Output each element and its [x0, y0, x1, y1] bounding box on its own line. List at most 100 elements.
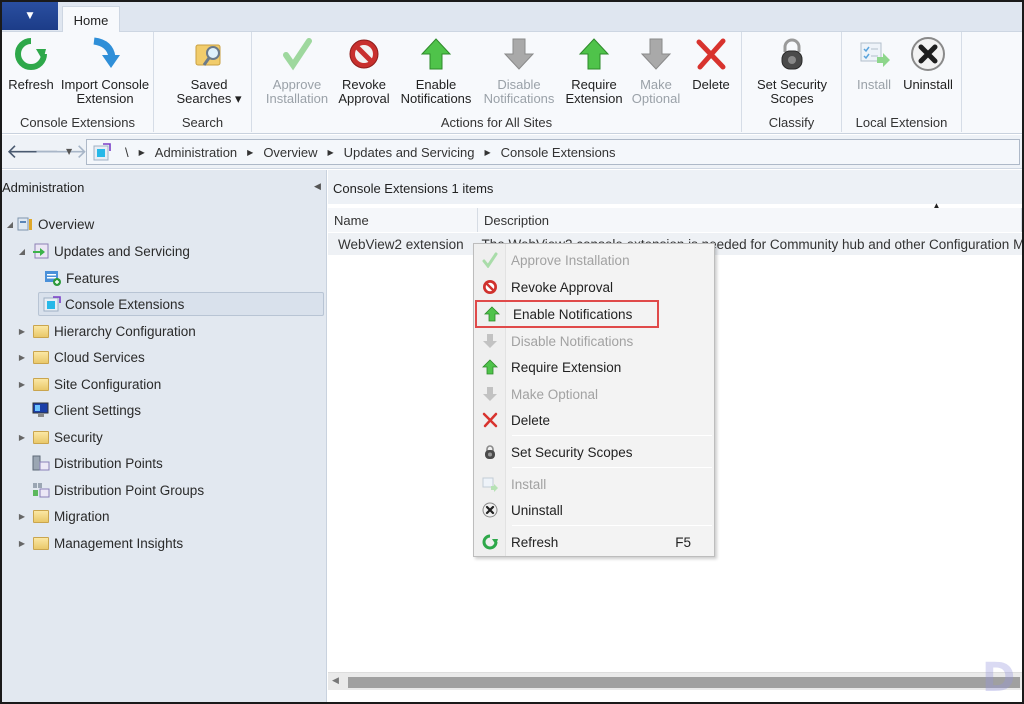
tree-item-distribution-points[interactable]: Distribution Points [32, 451, 322, 475]
column-header-description[interactable]: Description [478, 208, 1022, 232]
navigation-bar: 🡐 🡒 ▼ \ ▶ Administration ▶ Overview ▶ Up… [2, 135, 1022, 169]
folder-icon [32, 429, 50, 445]
folder-icon [32, 349, 50, 365]
breadcrumb-administration[interactable]: Administration [155, 145, 237, 160]
tree-item-console-extensions[interactable]: Console Extensions [38, 292, 324, 316]
breadcrumb-separator-icon[interactable]: ▶ [328, 148, 334, 157]
tree-item-label: Security [54, 429, 103, 445]
ribbon-group-console-extensions: Refresh Import Console Extension Console… [2, 32, 154, 132]
tree-item-updates-and-servicing[interactable]: ◢ Updates and Servicing [16, 239, 316, 263]
ribbon-group-classify: Set Security Scopes Classify [742, 32, 842, 132]
tree-item-features[interactable]: Features [44, 266, 324, 290]
collapsed-icon[interactable]: ▶ [16, 353, 28, 362]
require-extension-button[interactable]: Require Extension [562, 36, 626, 106]
refresh-icon [13, 36, 49, 72]
menu-item-delete[interactable]: Delete [475, 408, 713, 432]
make-optional-button[interactable]: Make Optional [628, 36, 684, 106]
enable-notifications-button[interactable]: Enable Notifications [398, 36, 474, 106]
menu-item-require-extension[interactable]: Require Extension [475, 355, 713, 379]
breadcrumb-separator-icon[interactable]: ▶ [484, 148, 490, 157]
menu-item-set-security-scopes[interactable]: Set Security Scopes [475, 440, 713, 464]
red-x-icon [693, 36, 729, 72]
results-header: Console Extensions 1 items [328, 170, 1022, 204]
import-console-extension-button[interactable]: Import Console Extension [56, 36, 154, 106]
breadcrumb-root[interactable]: \ [125, 145, 129, 160]
delete-button[interactable]: Delete [686, 36, 736, 92]
menu-item-install[interactable]: Install [475, 472, 713, 496]
tree-item-management-insights[interactable]: ▶ Management Insights [16, 531, 316, 555]
breadcrumb-separator-icon[interactable]: ▶ [247, 148, 253, 157]
saved-searches-button[interactable]: Saved Searches ▾ [174, 36, 244, 106]
ribbon-tab-bar: ▼ Home [2, 2, 1022, 33]
breadcrumb-updates-and-servicing[interactable]: Updates and Servicing [344, 145, 475, 160]
watermark-logo: D [982, 655, 1016, 701]
menu-item-enable-notifications[interactable]: Enable Notifications [475, 300, 659, 328]
saved-searches-icon [191, 36, 227, 72]
refresh-button[interactable]: Refresh [6, 36, 56, 92]
scroll-left-icon[interactable]: ◀ [332, 676, 339, 686]
collapsed-icon[interactable]: ▶ [16, 327, 28, 336]
uninstall-x-circle-icon [475, 499, 505, 521]
tree-item-label: Distribution Points [54, 455, 163, 471]
menu-item-revoke-approval[interactable]: Revoke Approval [475, 275, 713, 299]
ribbon-group-search: Saved Searches ▾ Search [154, 32, 252, 132]
breadcrumb-separator-icon[interactable]: ▶ [139, 148, 145, 157]
refresh-icon [475, 531, 505, 553]
collapsed-icon[interactable]: ▶ [16, 433, 28, 442]
install-button[interactable]: Install [852, 36, 896, 92]
collapsed-icon[interactable]: ▶ [16, 380, 28, 389]
tree-item-distribution-point-groups[interactable]: Distribution Point Groups [32, 478, 322, 502]
chevron-down-icon: ▼ [26, 11, 34, 21]
folder-icon [32, 535, 50, 551]
tree-item-hierarchy-configuration[interactable]: ▶ Hierarchy Configuration [16, 319, 316, 343]
green-up-arrow-icon [477, 303, 507, 325]
menu-item-refresh[interactable]: Refresh F5 [475, 530, 713, 554]
collapsed-icon[interactable]: ▶ [16, 512, 28, 521]
menu-item-make-optional[interactable]: Make Optional [475, 382, 713, 406]
menu-item-approve-installation[interactable]: Approve Installation [475, 248, 713, 272]
context-menu: Approve Installation Revoke Approval Ena… [473, 243, 715, 557]
menu-item-disable-notifications[interactable]: Disable Notifications [475, 329, 713, 353]
install-icon [856, 36, 892, 72]
group-label: Local Extension [855, 115, 948, 130]
revoke-approval-button[interactable]: Revoke Approval [336, 36, 392, 106]
ribbon-group-actions-for-all-sites: Approve Installation Revoke Approval Ena… [252, 32, 742, 132]
tree-item-migration[interactable]: ▶ Migration [16, 504, 316, 528]
tree-item-label: Distribution Point Groups [54, 482, 205, 498]
uninstall-button[interactable]: Uninstall [898, 36, 958, 92]
tab-home[interactable]: Home [62, 6, 120, 33]
forward-arrow-icon[interactable]: 🡒 [34, 141, 88, 161]
expanded-icon[interactable]: ◢ [16, 247, 28, 256]
disable-notifications-button[interactable]: Disable Notifications [480, 36, 558, 106]
distribution-points-icon [32, 455, 50, 471]
tree-item-label: Features [66, 270, 120, 286]
approve-installation-button[interactable]: Approve Installation [264, 36, 330, 106]
scrollbar-thumb[interactable] [348, 677, 1020, 688]
breadcrumb-console-extensions[interactable]: Console Extensions [501, 145, 616, 160]
tree-item-overview[interactable]: ◢ Overview [4, 212, 314, 236]
app-window: ▼ Home Refresh Import Console Extension … [2, 2, 1022, 702]
tree-item-label: Hierarchy Configuration [54, 323, 196, 339]
tree-item-security[interactable]: ▶ Security [16, 425, 316, 449]
tree-item-cloud-services[interactable]: ▶ Cloud Services [16, 345, 316, 369]
collapsed-icon[interactable]: ▶ [16, 539, 28, 548]
breadcrumb[interactable]: \ ▶ Administration ▶ Overview ▶ Updates … [86, 139, 1020, 165]
column-header-name[interactable]: Name [328, 208, 478, 232]
horizontal-scrollbar[interactable]: ◀ [328, 672, 1022, 690]
import-arrow-icon [87, 36, 123, 72]
menu-item-uninstall[interactable]: Uninstall [475, 498, 713, 522]
console-extensions-icon [43, 296, 61, 312]
tree-item-client-settings[interactable]: Client Settings [32, 398, 322, 422]
app-menu-button[interactable]: ▼ [2, 2, 58, 30]
tree-item-label: Site Configuration [54, 376, 162, 392]
expanded-icon[interactable]: ◢ [4, 220, 16, 229]
distribution-point-groups-icon [32, 482, 50, 498]
history-dropdown-icon[interactable]: ▼ [66, 147, 72, 156]
padlock-icon [774, 36, 810, 72]
folder-icon [32, 323, 50, 339]
breadcrumb-overview[interactable]: Overview [263, 145, 317, 160]
set-security-scopes-button[interactable]: Set Security Scopes [752, 36, 832, 106]
collapse-pane-icon[interactable]: ◀ [314, 182, 321, 192]
uninstall-x-circle-icon [910, 36, 946, 72]
tree-item-site-configuration[interactable]: ▶ Site Configuration [16, 372, 316, 396]
